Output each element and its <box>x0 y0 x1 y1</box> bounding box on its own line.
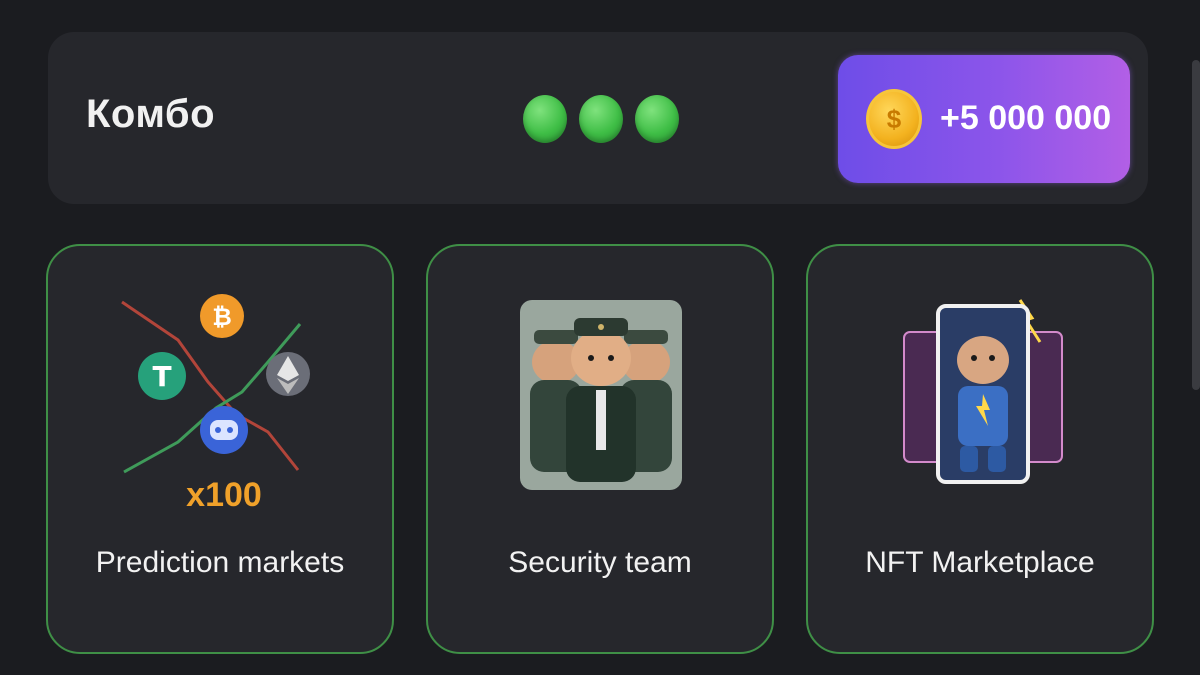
combo-reward-button[interactable]: $ +5 000 000 <box>838 55 1130 183</box>
combo-reward-amount: +5 000 000 <box>940 99 1112 137</box>
tether-icon: T <box>138 352 186 400</box>
svg-text:₿: ₿ <box>212 303 232 331</box>
lead-guard <box>566 318 636 482</box>
bitcoin-icon: ₿ <box>200 294 244 338</box>
combo-found-indicator-2 <box>579 95 623 143</box>
hamster-security-team-image <box>520 300 682 490</box>
hamster-nft-cards-image <box>903 299 1063 484</box>
card-label-nft-marketplace: NFT Marketplace <box>865 546 1095 579</box>
card-nft-marketplace[interactable]: NFT Marketplace <box>806 244 1154 654</box>
ethereum-icon <box>266 352 310 396</box>
nft-card-front <box>936 304 1030 484</box>
card-label-prediction-markets: Prediction markets <box>95 546 345 579</box>
combo-found-indicator-1 <box>523 95 567 143</box>
prediction-markets-image: ₿ T x100 <box>121 294 310 514</box>
coin-symbol: $ <box>886 103 902 134</box>
card-security-team[interactable]: Security team <box>426 244 774 654</box>
card-label-security-team: Security team <box>508 546 692 579</box>
card-prediction-markets[interactable]: ₿ T x100 Prediction markets <box>46 244 394 654</box>
scrollbar[interactable] <box>1192 60 1200 390</box>
svg-text:T: T <box>152 360 171 393</box>
multiplier-label: x100 <box>186 476 262 514</box>
combo-found-indicator-3 <box>635 95 679 143</box>
dollar-coin-icon: $ <box>866 89 922 149</box>
combo-title: Комбо <box>86 92 216 136</box>
discord-icon <box>200 406 248 454</box>
